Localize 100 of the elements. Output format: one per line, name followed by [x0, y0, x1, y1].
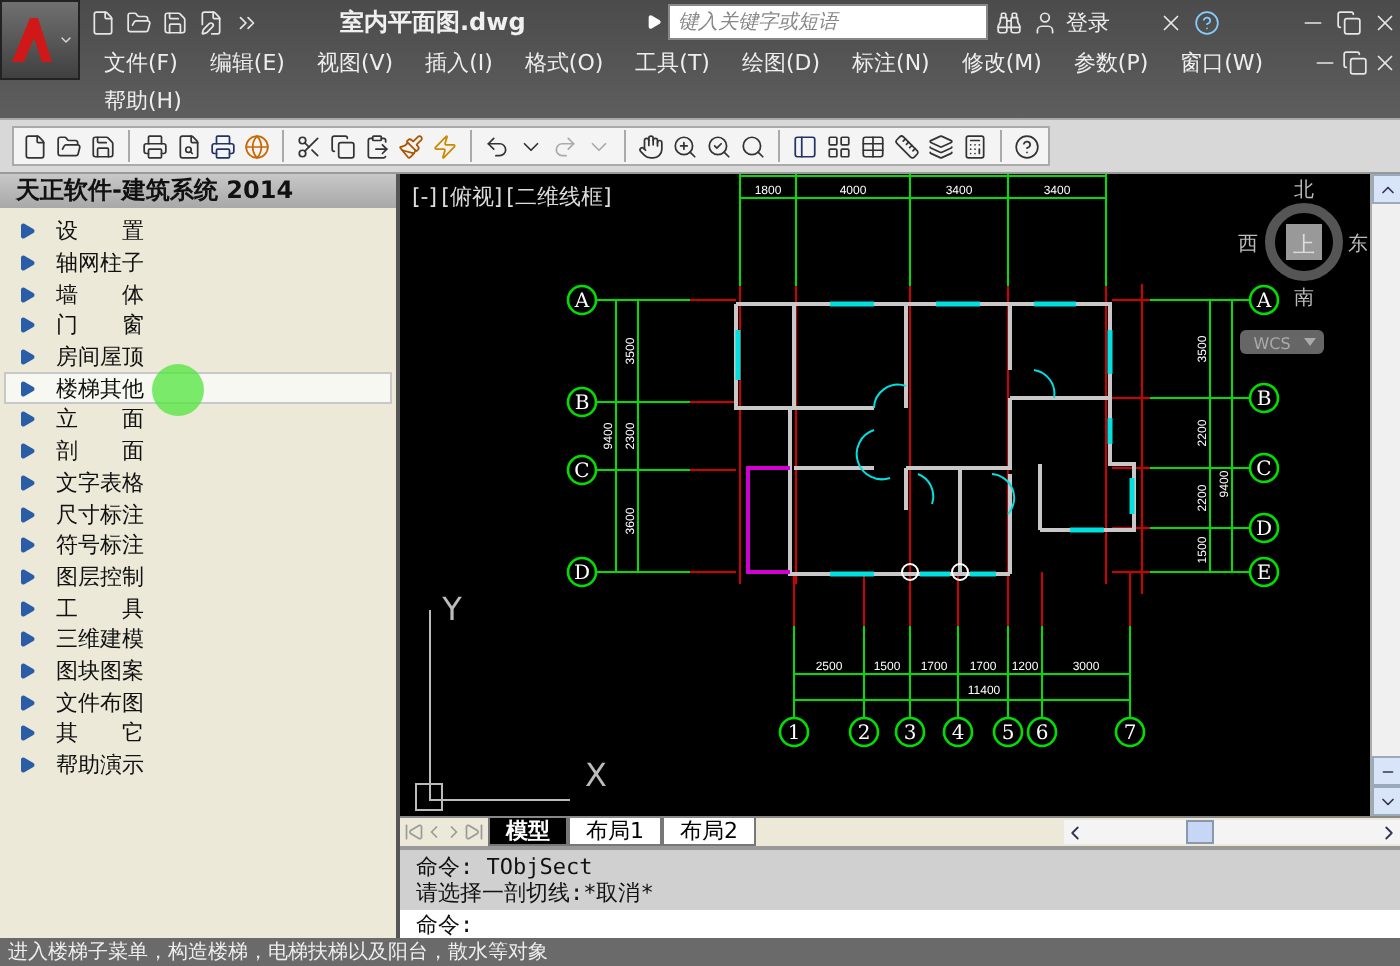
cursor-highlight [152, 363, 204, 415]
panel-menu-item[interactable]: 帮助演示 [4, 749, 392, 781]
panel-menu-item[interactable]: 其 它 [4, 718, 392, 750]
panel-menu-item[interactable]: 门 窗 [4, 310, 392, 342]
panel-menu-item[interactable]: 符号标注 [4, 529, 392, 562]
axis-label: B [574, 393, 590, 415]
axis-bubble [778, 716, 810, 748]
axis-label: B [1256, 389, 1272, 411]
save-as-icon[interactable] [196, 7, 226, 37]
pan-icon[interactable] [636, 131, 666, 161]
scroll-thumb[interactable] [1372, 756, 1400, 786]
zoom-previous-icon[interactable] [738, 131, 768, 161]
compass-label: 西 [1238, 234, 1258, 256]
axis-bubble [1248, 382, 1280, 414]
panel-menu-item[interactable]: 三维建模 [4, 623, 392, 656]
panel-menu-item[interactable]: 轴网柱子 [4, 247, 392, 279]
layout-tab[interactable]: 布局1 [568, 818, 662, 846]
axis-bubble [848, 716, 880, 748]
panel-menu-item[interactable]: 文字表格 [4, 467, 392, 499]
horizontal-scrollbar[interactable] [1064, 820, 1400, 844]
menu-item[interactable]: 窗口(W) [1164, 48, 1280, 78]
viewport-control[interactable]: [俯视] [441, 182, 503, 212]
layout-tab[interactable]: 布局2 [662, 818, 756, 846]
scroll-thumb[interactable] [1186, 820, 1214, 844]
panel-menu-item[interactable]: 设 置 [4, 216, 392, 248]
open-folder-icon[interactable] [54, 131, 84, 161]
compass-label: 北 [1294, 180, 1314, 202]
new-file-icon[interactable] [88, 7, 118, 37]
caret-icon [57, 32, 73, 48]
menu-item[interactable]: 格式(O) [508, 48, 620, 78]
search-field[interactable]: 键入关键字或短语 [668, 4, 988, 40]
vertical-scrollbar[interactable] [1370, 174, 1400, 816]
axis-bubble [1248, 284, 1280, 316]
layout-tab[interactable]: 模型 [488, 818, 568, 846]
viewcube-ring[interactable] [1265, 203, 1343, 281]
save-icon[interactable] [160, 7, 190, 37]
new-file-icon[interactable] [20, 131, 50, 161]
menu-item[interactable]: 绘图(D) [725, 48, 837, 78]
play-icon [646, 14, 662, 30]
save-icon[interactable] [88, 131, 118, 161]
menu-item[interactable]: 视图(V) [300, 48, 410, 78]
axis-label: C [574, 461, 590, 483]
panel-menu-item[interactable]: 剖 面 [4, 435, 392, 467]
caret-icon [1304, 338, 1316, 346]
zoom-icon[interactable] [670, 131, 700, 161]
properties-icon[interactable] [790, 131, 820, 161]
menu-item[interactable]: 参数(P) [1057, 48, 1165, 78]
layers-icon[interactable] [926, 131, 956, 161]
brush-icon[interactable] [396, 131, 426, 161]
panel-menu-item[interactable]: 尺寸标注 [4, 498, 392, 530]
scroll-down-button[interactable] [1372, 786, 1400, 816]
axis-label: 3 [903, 723, 917, 745]
menu-item[interactable]: 修改(M) [945, 48, 1058, 78]
viewport-control[interactable]: [二维线框] [506, 182, 612, 212]
menu-item[interactable]: 插入(I) [409, 48, 509, 78]
scroll-up-button[interactable] [1372, 174, 1400, 204]
command-history-line: 请选择一剖切线:*取消* [416, 880, 656, 906]
preview-icon[interactable] [174, 131, 204, 161]
panel-menu-item[interactable]: 房间屋顶 [4, 341, 392, 373]
table-icon[interactable] [858, 131, 888, 161]
application-menu-button[interactable] [0, 0, 80, 80]
menu-item[interactable]: 文件(F) [88, 48, 194, 78]
paste-icon[interactable] [362, 131, 392, 161]
printer-icon[interactable] [140, 131, 170, 161]
menu-item[interactable]: 工具(T) [619, 48, 726, 78]
grid-icon[interactable] [824, 131, 854, 161]
panel-menu-item[interactable]: 图层控制 [4, 561, 392, 593]
cut-icon[interactable] [294, 131, 324, 161]
login-link[interactable]: 登录 [1066, 7, 1110, 37]
command-input[interactable]: 命令: [400, 910, 1400, 938]
panel-menu-item[interactable]: 墙 体 [4, 278, 392, 311]
zoom-window-icon[interactable] [704, 131, 734, 161]
copy-icon[interactable] [328, 131, 358, 161]
open-folder-icon[interactable] [124, 7, 154, 37]
binoculars-icon[interactable] [994, 7, 1024, 37]
axis-bubble [566, 556, 598, 588]
menu-item[interactable]: 帮助(H) [88, 85, 198, 115]
axis-bubble [566, 284, 598, 316]
calculator-icon[interactable] [960, 131, 990, 161]
compass-label: 南 [1294, 288, 1314, 310]
panel-menu-item[interactable]: 立 面 [4, 404, 392, 436]
help-icon[interactable] [1012, 131, 1042, 161]
viewcube-label: 上 [1293, 232, 1315, 258]
viewport-control[interactable]: [-] [412, 182, 438, 212]
restore-icon[interactable] [1340, 48, 1370, 78]
axis-bubble [566, 454, 598, 486]
axis-bubble [1248, 452, 1280, 484]
panel-menu-item[interactable]: 图块图案 [4, 655, 392, 687]
axis-bubble [942, 716, 974, 748]
lightning-icon[interactable] [430, 131, 460, 161]
wcs-dropdown[interactable] [1240, 330, 1324, 354]
undo-icon[interactable] [482, 131, 512, 161]
ucs-axis-label: X [585, 756, 607, 794]
panel-menu-item[interactable]: 工 具 [4, 592, 392, 624]
restore-icon[interactable] [1334, 7, 1364, 37]
menu-item[interactable]: 标注(N) [836, 48, 946, 78]
ruler-icon[interactable] [892, 131, 922, 161]
menu-item[interactable]: 编辑(E) [193, 48, 301, 78]
plot-icon[interactable] [208, 131, 238, 161]
panel-menu-item[interactable]: 文件布图 [4, 686, 392, 718]
